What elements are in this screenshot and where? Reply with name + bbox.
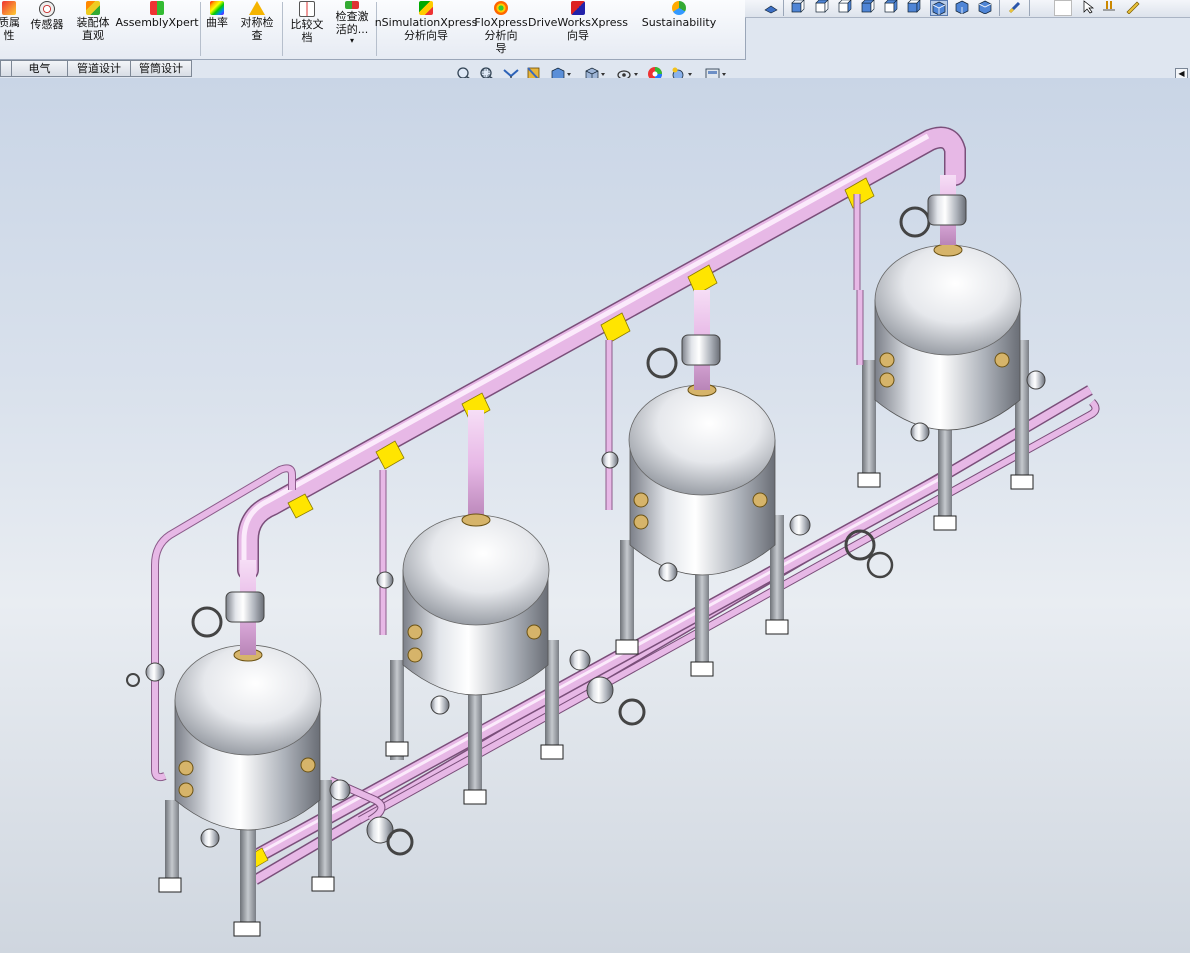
simulationxpress-button[interactable]: nSimulationXpress 分析向导 [375, 0, 477, 42]
assembly-visualization-button[interactable]: 装配体 直观 [71, 0, 115, 42]
tank-2[interactable] [376, 410, 646, 805]
dimetric-view-icon[interactable] [977, 0, 993, 14]
sustainability-button[interactable]: Sustainability [640, 0, 718, 29]
assemblyxpert-button[interactable]: AssemblyXpert [115, 0, 199, 29]
tank-1[interactable] [126, 560, 414, 937]
check-active-document-button[interactable]: 检查激 活的... ▾ [330, 0, 374, 45]
sensor-button[interactable]: 传感器 [27, 0, 67, 31]
check-active-document-icon [345, 1, 359, 9]
tab-electrical[interactable]: 电气 [11, 60, 68, 77]
dropdown-arrow[interactable]: ▾ [350, 36, 354, 45]
top-view-icon[interactable] [882, 0, 898, 14]
blank-box-icon[interactable] [1054, 0, 1072, 16]
assemblyxpert-icon [150, 1, 164, 15]
curvature-button[interactable]: 曲率 [203, 0, 231, 29]
tank-4[interactable] [853, 175, 1046, 531]
simulationxpress-icon [419, 1, 433, 15]
standard-views-toolbar [745, 0, 1190, 18]
tab-tubing[interactable]: 管筒设计 [130, 60, 192, 77]
back-view-icon[interactable] [813, 0, 829, 14]
piping-assembly-model [126, 126, 1100, 937]
tank-3[interactable] [601, 290, 894, 677]
driveworksxpress-icon [571, 1, 585, 15]
command-manager-tabs: 电气 管道设计 管筒设计 [0, 60, 192, 77]
sustainability-icon [672, 1, 686, 15]
separator [200, 2, 201, 56]
view-orientation-icon[interactable] [763, 0, 779, 14]
mass-properties-icon [2, 1, 16, 15]
separator [783, 0, 784, 16]
symmetry-check-button[interactable]: 对称检 查 [236, 0, 278, 42]
trimetric-view-icon[interactable] [954, 0, 970, 14]
sensor-icon [39, 1, 55, 17]
isometric-view-icon[interactable] [930, 0, 948, 16]
separator [376, 2, 377, 56]
mass-properties-button[interactable]: 质属 性 [0, 0, 24, 42]
symmetry-check-icon [249, 1, 265, 15]
bottom-view-icon[interactable] [905, 0, 921, 14]
compare-documents-button[interactable]: 比较文 档 [286, 0, 328, 44]
normal-to-icon[interactable] [1007, 0, 1023, 14]
left-view-icon[interactable] [836, 0, 852, 14]
tab-piping[interactable]: 管道设计 [67, 60, 131, 77]
floxpress-button[interactable]: FloXpress 分析向 导 [474, 0, 528, 55]
sketch-icon[interactable] [1125, 0, 1141, 14]
curvature-icon [210, 1, 224, 15]
header-pipe[interactable] [237, 126, 966, 581]
separator [282, 2, 283, 56]
assembly-visualization-icon [86, 1, 100, 15]
right-view-icon[interactable] [859, 0, 875, 14]
smart-dimension-icon[interactable] [1101, 0, 1117, 14]
select-cursor-icon[interactable] [1081, 0, 1097, 14]
separator [1029, 0, 1030, 16]
floxpress-icon [494, 1, 508, 15]
command-manager: 质属 性 传感器 装配体 直观 AssemblyXpert 曲率 对称检 查 比… [0, 0, 746, 60]
graphics-area[interactable] [0, 78, 1190, 953]
front-view-icon[interactable] [789, 0, 805, 14]
driveworksxpress-button[interactable]: DriveWorksXpress 向导 [528, 0, 628, 42]
compare-documents-icon [299, 1, 315, 17]
separator [999, 0, 1000, 16]
